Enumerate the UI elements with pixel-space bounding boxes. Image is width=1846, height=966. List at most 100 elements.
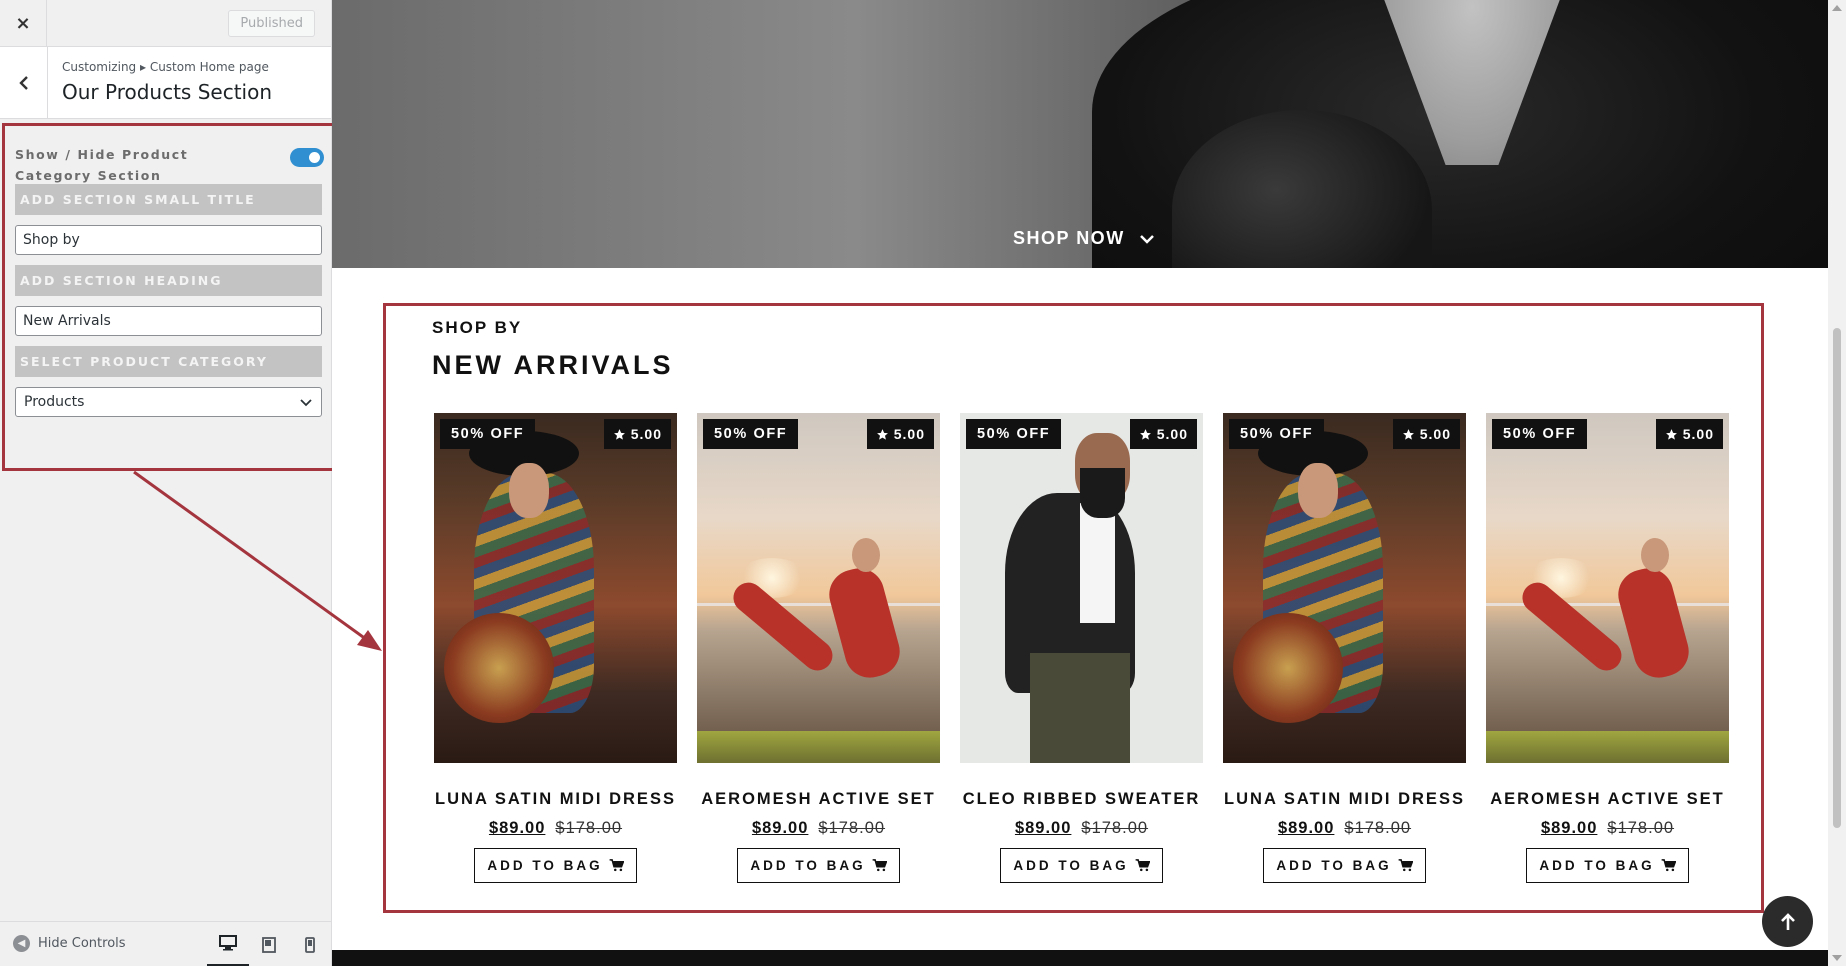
shop-now-label: SHOP NOW xyxy=(1013,228,1125,248)
rating-value: 5.00 xyxy=(1682,426,1714,442)
rating-value: 5.00 xyxy=(630,426,662,442)
sale-price: $89.00 xyxy=(1540,819,1598,837)
cart-icon xyxy=(1398,859,1413,872)
arrow-up-icon xyxy=(1780,912,1795,930)
rating-value: 5.00 xyxy=(1419,426,1451,442)
close-customizer-button[interactable]: × xyxy=(0,0,47,47)
customizer-footer: ◀ Hide Controls xyxy=(0,921,331,966)
add-to-bag-button[interactable]: ADD TO BAG xyxy=(737,848,900,883)
mobile-preview-button[interactable] xyxy=(289,922,331,966)
star-icon xyxy=(613,428,625,440)
hide-controls-label: Hide Controls xyxy=(38,936,126,951)
chevron-down-icon xyxy=(300,399,312,407)
category-heading: SELECT PRODUCT CATEGORY xyxy=(15,346,322,377)
product-card[interactable]: 50% OFF 5.00 LUNA SATIN MIDI DRESS $89.00 $1… xyxy=(1223,413,1466,883)
original-price: $178.00 xyxy=(1344,819,1412,837)
price-row: $89.00 $178.00 xyxy=(1223,819,1466,838)
star-icon xyxy=(1402,428,1414,440)
original-price: $178.00 xyxy=(1607,819,1675,837)
rating-badge: 5.00 xyxy=(603,419,671,449)
product-image[interactable]: 50% OFF 5.00 xyxy=(1223,413,1466,763)
product-card[interactable]: 50% OFF 5.00 AEROMESH ACTIVE SET $89.00 $178… xyxy=(1486,413,1729,883)
product-image[interactable]: 50% OFF 5.00 xyxy=(1486,413,1729,763)
price-row: $89.00 $178.00 xyxy=(434,819,677,838)
site-preview: SHOP NOW SHOP BY NEW ARRIVALS 50% OFF 5.0… xyxy=(332,0,1828,966)
customizer-top-bar: × Published xyxy=(0,0,331,47)
discount-badge: 50% OFF xyxy=(966,419,1062,449)
section-heading-input[interactable] xyxy=(15,306,322,336)
scroll-up-arrow[interactable] xyxy=(1832,5,1842,11)
close-icon: × xyxy=(15,13,31,34)
add-to-bag-button[interactable]: ADD TO BAG xyxy=(1263,848,1426,883)
rating-value: 5.00 xyxy=(893,426,925,442)
panel-title: Our Products Section xyxy=(62,80,273,104)
chevron-down-icon xyxy=(1139,234,1154,244)
product-image[interactable]: 50% OFF 5.00 xyxy=(697,413,940,763)
cart-icon xyxy=(1661,859,1676,872)
footer-strip xyxy=(332,950,1828,966)
collapse-icon: ◀ xyxy=(13,935,30,952)
discount-badge: 50% OFF xyxy=(1229,419,1325,449)
product-card[interactable]: 50% OFF 5.00 AEROMESH ACTIVE SET $89.00 $178… xyxy=(697,413,940,883)
product-image[interactable]: 50% OFF 5.00 xyxy=(434,413,677,763)
rating-badge: 5.00 xyxy=(1655,419,1723,449)
cart-icon xyxy=(1135,859,1150,872)
tablet-icon xyxy=(262,936,276,953)
scroll-down-arrow[interactable] xyxy=(1832,955,1842,961)
hero-banner: SHOP NOW xyxy=(332,0,1828,268)
page-scrollbar[interactable] xyxy=(1828,0,1846,966)
published-button[interactable]: Published xyxy=(228,10,315,37)
add-to-bag-label: ADD TO BAG xyxy=(1539,858,1655,873)
product-card[interactable]: 50% OFF 5.00 LUNA SATIN MIDI DRESS $89.00 $1… xyxy=(434,413,677,883)
add-to-bag-button[interactable]: ADD TO BAG xyxy=(1000,848,1163,883)
star-icon xyxy=(1665,428,1677,440)
section-heading: NEW ARRIVALS xyxy=(432,350,674,380)
original-price: $178.00 xyxy=(1081,819,1149,837)
product-title[interactable]: LUNA SATIN MIDI DRESS xyxy=(434,790,677,809)
product-card[interactable]: 50% OFF 5.00 CLEO RIBBED SWEATER $89.00 $178… xyxy=(960,413,1203,883)
add-to-bag-label: ADD TO BAG xyxy=(487,858,603,873)
product-title[interactable]: AEROMESH ACTIVE SET xyxy=(697,790,940,809)
original-price: $178.00 xyxy=(555,819,623,837)
section-controls: Show / Hide Product Category Section ADD… xyxy=(2,123,335,471)
category-select-value: Products xyxy=(24,394,85,410)
toggle-row: Show / Hide Product Category Section xyxy=(15,134,324,184)
hide-controls-button[interactable]: ◀ Hide Controls xyxy=(13,935,126,952)
rating-badge: 5.00 xyxy=(866,419,934,449)
scroll-thumb[interactable] xyxy=(1833,328,1841,828)
breadcrumb: Customizing ▸ Custom Home page xyxy=(62,60,269,74)
discount-badge: 50% OFF xyxy=(1492,419,1588,449)
desktop-preview-button[interactable] xyxy=(207,922,249,966)
add-to-bag-button[interactable]: ADD TO BAG xyxy=(474,848,637,883)
product-title[interactable]: CLEO RIBBED SWEATER xyxy=(960,790,1203,809)
product-image[interactable]: 50% OFF 5.00 xyxy=(960,413,1203,763)
section-small-title: SHOP BY xyxy=(432,318,523,337)
discount-badge: 50% OFF xyxy=(440,419,536,449)
rating-badge: 5.00 xyxy=(1392,419,1460,449)
scroll-to-top-button[interactable] xyxy=(1762,896,1813,947)
desktop-icon xyxy=(219,935,237,951)
sale-price: $89.00 xyxy=(751,819,809,837)
add-to-bag-label: ADD TO BAG xyxy=(750,858,866,873)
category-select[interactable]: Products xyxy=(15,387,322,417)
section-heading-heading: ADD SECTION HEADING xyxy=(15,265,322,296)
add-to-bag-label: ADD TO BAG xyxy=(1013,858,1129,873)
cart-icon xyxy=(609,859,624,872)
panel-header: Customizing ▸ Custom Home page Our Produ… xyxy=(0,47,331,119)
add-to-bag-label: ADD TO BAG xyxy=(1276,858,1392,873)
discount-badge: 50% OFF xyxy=(703,419,799,449)
product-title[interactable]: LUNA SATIN MIDI DRESS xyxy=(1223,790,1466,809)
sale-price: $89.00 xyxy=(1014,819,1072,837)
back-button[interactable] xyxy=(0,47,48,118)
cart-icon xyxy=(872,859,887,872)
product-title[interactable]: AEROMESH ACTIVE SET xyxy=(1486,790,1729,809)
tablet-preview-button[interactable] xyxy=(248,922,290,966)
shop-now-button[interactable]: SHOP NOW xyxy=(1013,228,1155,249)
star-icon xyxy=(1139,428,1151,440)
small-title-heading: ADD SECTION SMALL TITLE xyxy=(15,184,322,215)
chevron-left-icon xyxy=(18,75,28,90)
original-price: $178.00 xyxy=(818,819,886,837)
show-section-toggle[interactable] xyxy=(290,148,324,167)
small-title-input[interactable] xyxy=(15,225,322,255)
add-to-bag-button[interactable]: ADD TO BAG xyxy=(1526,848,1689,883)
